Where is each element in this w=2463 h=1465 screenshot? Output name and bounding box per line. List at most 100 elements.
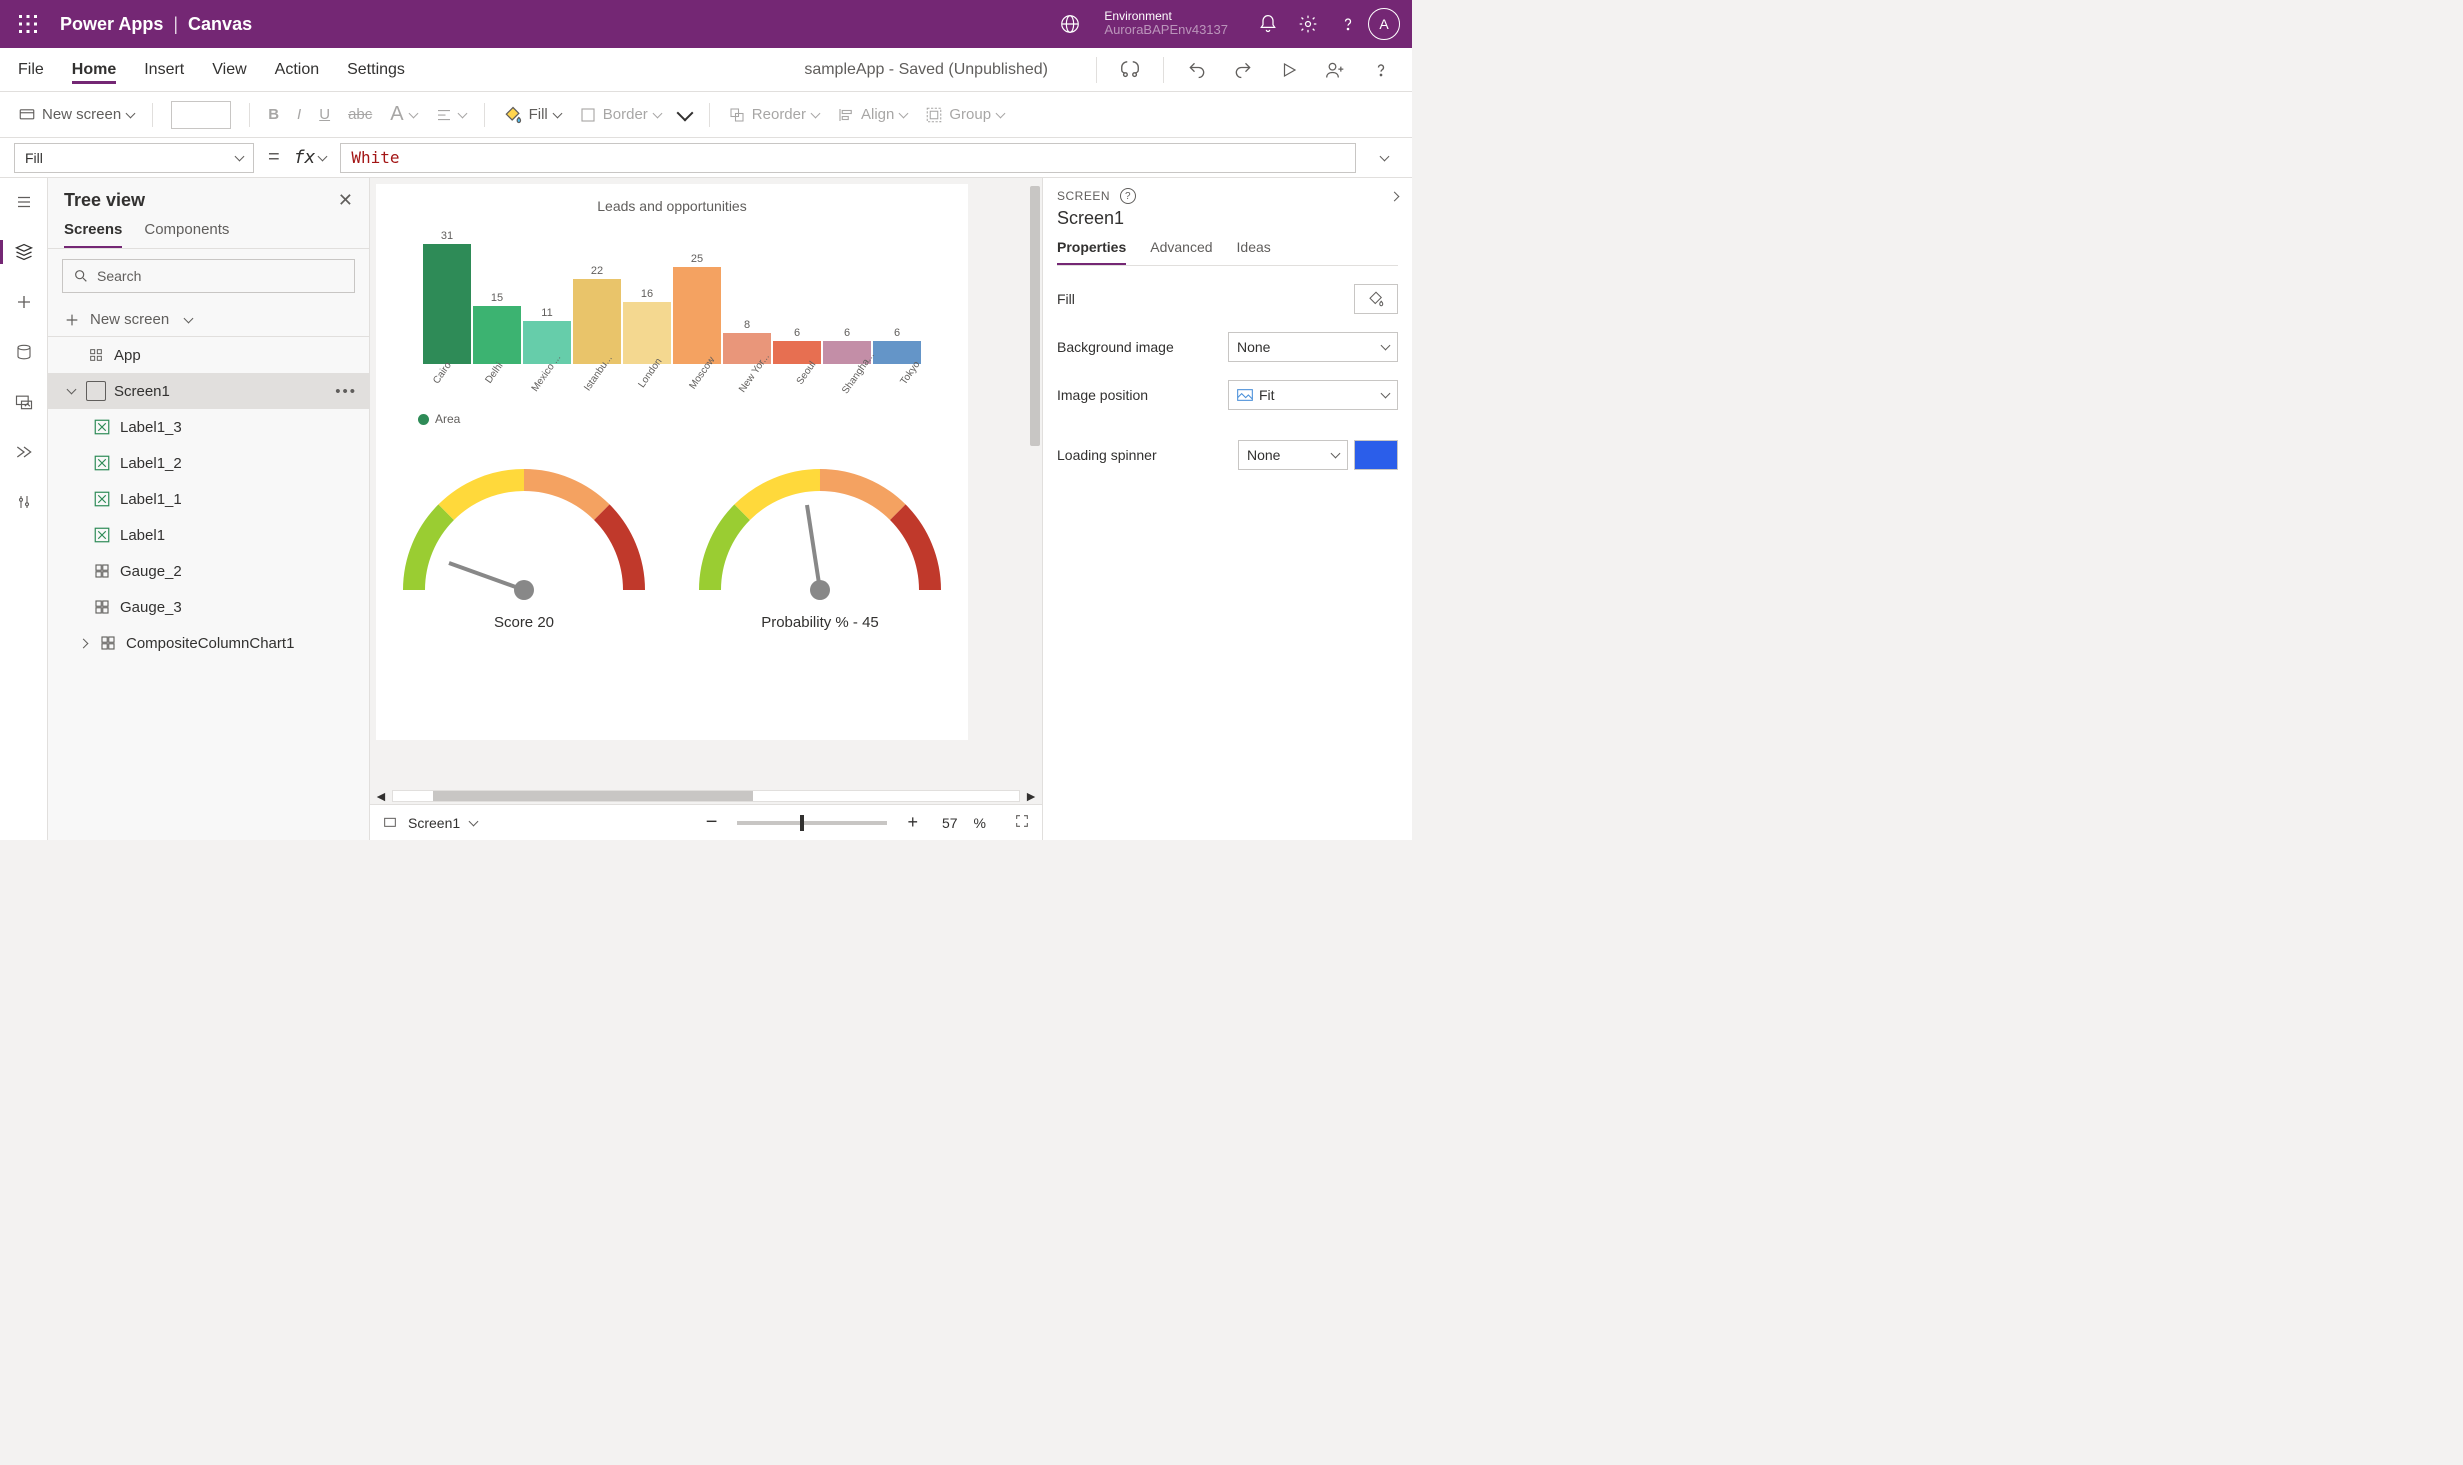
chevron-big-icon[interactable] — [679, 110, 691, 119]
group-button[interactable]: Group — [925, 106, 1004, 124]
fx-label[interactable]: fx — [294, 147, 327, 168]
share-icon[interactable] — [1322, 57, 1348, 83]
canvas-area: Leads and opportunities 3115112216258666… — [370, 178, 1042, 840]
hamburger-icon[interactable] — [8, 186, 40, 218]
power-automate-icon[interactable] — [8, 436, 40, 468]
menu-action[interactable]: Action — [275, 61, 319, 79]
app-checker-icon[interactable] — [1117, 57, 1143, 83]
chevron-down-icon[interactable] — [469, 816, 479, 826]
fill-button[interactable]: Fill — [503, 105, 561, 125]
status-screen-name[interactable]: Screen1 — [408, 815, 460, 831]
tree-item-label: Label1_3 — [120, 419, 182, 436]
tree-item[interactable]: Label1 — [48, 517, 369, 553]
gauge-score: Score 20 — [404, 460, 644, 631]
props-tab-ideas[interactable]: Ideas — [1237, 239, 1271, 265]
border-button[interactable]: Border — [579, 106, 661, 124]
menu-insert[interactable]: Insert — [144, 61, 184, 79]
fit-screen-icon[interactable] — [1014, 813, 1030, 832]
tree-item-label: CompositeColumnChart1 — [126, 635, 294, 652]
tree-item[interactable]: Gauge_2 — [48, 553, 369, 589]
spinner-color-swatch[interactable] — [1354, 440, 1398, 470]
img-position-dropdown[interactable]: Fit — [1228, 380, 1398, 410]
help-icon[interactable] — [1328, 4, 1368, 44]
new-screen-tree-button[interactable]: New screen — [48, 303, 369, 336]
spinner-dropdown[interactable]: None — [1238, 440, 1348, 470]
tree-view-pane: Tree view ✕ Screens Components Search Ne… — [48, 178, 370, 840]
theme-combo[interactable] — [171, 101, 231, 129]
bold-button[interactable]: B — [268, 106, 279, 123]
chevron-right-icon[interactable] — [76, 640, 90, 647]
tree-item[interactable]: Gauge_3 — [48, 589, 369, 625]
help-badge-icon[interactable]: ? — [1120, 188, 1136, 204]
avatar[interactable]: A — [1368, 8, 1400, 40]
tree-item-label: Screen1 — [114, 383, 170, 400]
gauge-score-label: Score 20 — [404, 614, 644, 631]
image-icon — [1237, 389, 1253, 401]
avatar-initial: A — [1379, 16, 1388, 32]
zoom-in-icon[interactable]: + — [907, 812, 918, 833]
menu-settings[interactable]: Settings — [347, 61, 405, 79]
tree-item-label: Label1 — [120, 527, 165, 544]
prop-bg-label: Background image — [1057, 339, 1174, 355]
bell-icon[interactable] — [1248, 4, 1288, 44]
fill-color-button[interactable] — [1354, 284, 1398, 314]
reorder-button[interactable]: Reorder — [728, 106, 819, 124]
tree-item[interactable]: Label1_2 — [48, 445, 369, 481]
close-icon[interactable]: ✕ — [338, 190, 353, 211]
more-icon[interactable]: ••• — [335, 383, 357, 400]
underline-button[interactable]: U — [319, 106, 330, 123]
tree-items: App Screen1 ••• Label1_3 Label1_2 Label1… — [48, 337, 369, 840]
bar-chart: 3115112216258666 — [376, 224, 968, 364]
zoom-pct: % — [974, 815, 986, 831]
tree-item-label: Label1_2 — [120, 455, 182, 472]
gear-icon[interactable] — [1288, 4, 1328, 44]
zoom-slider[interactable] — [737, 821, 887, 825]
tree-item-app[interactable]: App — [48, 337, 369, 373]
align-button[interactable]: Align — [837, 106, 907, 124]
undo-icon[interactable] — [1184, 57, 1210, 83]
scroll-left-icon[interactable]: ◄ — [374, 788, 388, 804]
font-color-button[interactable]: A — [390, 103, 416, 126]
waffle-icon[interactable] — [12, 8, 44, 40]
design-canvas[interactable]: Leads and opportunities 3115112216258666… — [376, 184, 968, 740]
data-icon[interactable] — [8, 336, 40, 368]
redo-icon[interactable] — [1230, 57, 1256, 83]
tree-item[interactable]: Label1_3 — [48, 409, 369, 445]
tab-components[interactable]: Components — [144, 221, 229, 248]
canvas-vscroll[interactable] — [1028, 184, 1042, 782]
new-screen-button[interactable]: New screen — [18, 106, 134, 124]
gauge-icon — [92, 561, 112, 581]
scroll-right-icon[interactable]: ► — [1024, 788, 1038, 804]
props-tab-advanced[interactable]: Advanced — [1150, 239, 1212, 265]
insert-icon[interactable] — [8, 286, 40, 318]
formula-expand-icon[interactable] — [1370, 156, 1398, 160]
props-tab-properties[interactable]: Properties — [1057, 239, 1126, 265]
strike-button[interactable]: abc — [348, 106, 372, 123]
search-input[interactable]: Search — [62, 259, 355, 293]
canvas-hscroll[interactable]: ◄ ► — [370, 788, 1042, 804]
media-icon[interactable] — [8, 386, 40, 418]
environment-picker[interactable]: Environment AuroraBAPEnv43137 — [1050, 4, 1228, 44]
props-header: SCREEN — [1057, 189, 1110, 203]
formula-input[interactable]: White — [340, 143, 1356, 173]
tab-screens[interactable]: Screens — [64, 221, 122, 248]
chevron-right-icon[interactable] — [1390, 191, 1400, 201]
play-icon[interactable] — [1276, 57, 1302, 83]
menu-home[interactable]: Home — [72, 61, 116, 84]
tree-item[interactable]: Label1_1 — [48, 481, 369, 517]
menu-file[interactable]: File — [18, 61, 44, 79]
property-selector[interactable]: Fill — [14, 143, 254, 173]
italic-button[interactable]: I — [297, 106, 301, 123]
advanced-tools-icon[interactable] — [8, 486, 40, 518]
align-text-button[interactable] — [435, 106, 466, 124]
help2-icon[interactable] — [1368, 57, 1394, 83]
search-icon — [73, 268, 89, 284]
bg-image-dropdown[interactable]: None — [1228, 332, 1398, 362]
bar-column: 31 — [423, 230, 471, 364]
tree-item[interactable]: CompositeColumnChart1 — [48, 625, 369, 661]
zoom-out-icon[interactable]: − — [706, 811, 718, 834]
tree-view-icon[interactable] — [8, 236, 40, 268]
menu-view[interactable]: View — [212, 61, 246, 79]
tree-item-screen1[interactable]: Screen1 ••• — [48, 373, 369, 409]
chevron-down-icon[interactable] — [64, 389, 78, 393]
